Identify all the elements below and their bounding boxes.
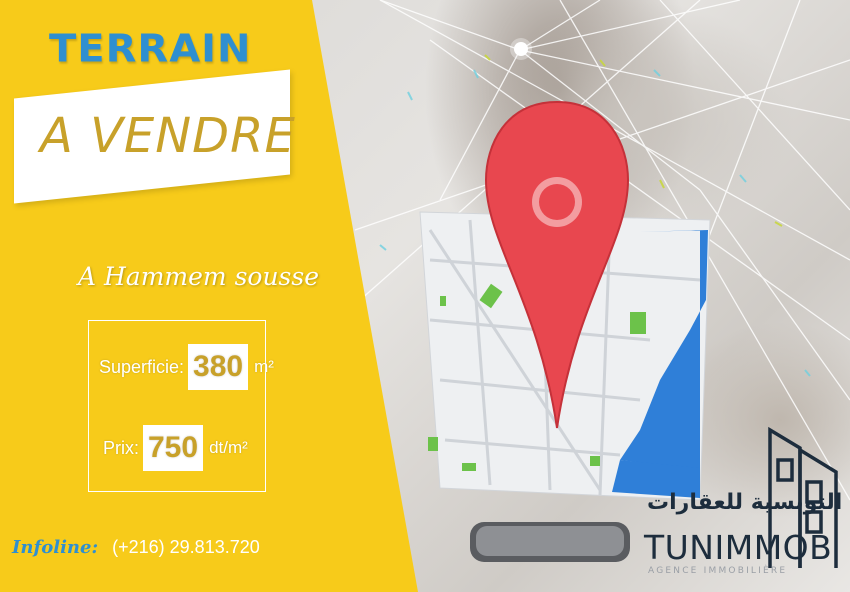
area-label: Superficie: bbox=[99, 356, 185, 377]
brand-subtitle: AGENCE IMMOBILIÈRE bbox=[648, 566, 788, 576]
area-unit: m² bbox=[254, 357, 274, 376]
brand-name: TUNIMMOB bbox=[644, 528, 833, 567]
infoline-label: Infoline: bbox=[12, 537, 99, 558]
brand-arabic-name: التونسية للعقارات bbox=[647, 490, 843, 515]
price-row: Prix: 750 dt/m² bbox=[103, 425, 248, 471]
area-row: Superficie: 380 m² bbox=[99, 344, 274, 390]
contact-line: Infoline: (+216) 29.813.720 bbox=[12, 537, 260, 558]
price-value: 750 bbox=[143, 425, 204, 471]
price-label: Prix: bbox=[103, 437, 139, 458]
price-unit: dt/m² bbox=[209, 438, 248, 457]
phone-number: (+216) 29.813.720 bbox=[112, 537, 260, 557]
headline-terrain: TERRAIN bbox=[49, 27, 252, 71]
area-value: 380 bbox=[188, 344, 249, 390]
headline-a-vendre: A VENDRE bbox=[40, 108, 296, 164]
ad-banner: TERRAIN A VENDRE A Hammem sousse Superfi… bbox=[0, 0, 850, 592]
location-text: A Hammem sousse bbox=[78, 262, 320, 291]
